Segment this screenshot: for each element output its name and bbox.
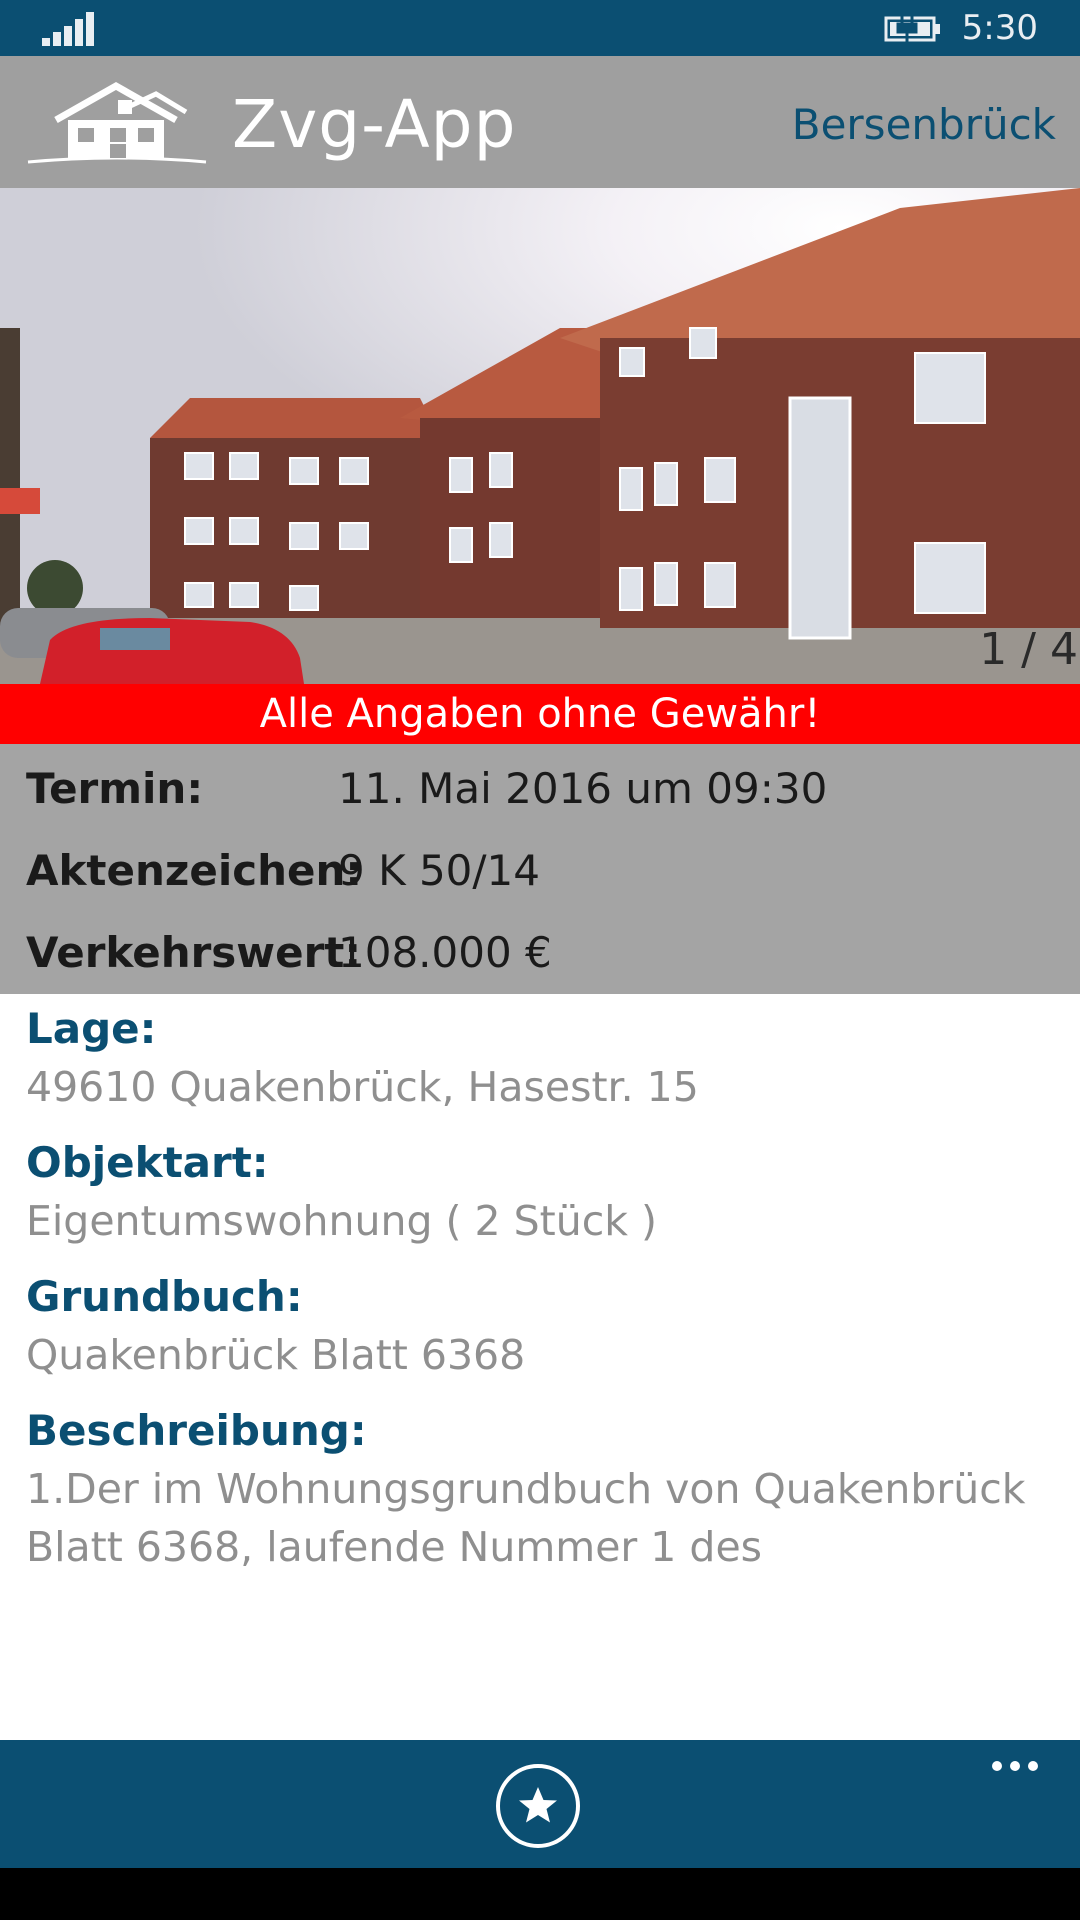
location-link[interactable]: Bersenbrück: [792, 100, 1056, 149]
house-logo-icon: [27, 81, 207, 164]
fact-row-aktenzeichen: Aktenzeichen: 9 K 50/14: [0, 846, 1080, 916]
detail-label-grundbuch: Grundbuch:: [26, 1272, 303, 1321]
status-bar: 5:30: [0, 0, 1080, 56]
app-bar: [0, 1740, 1080, 1868]
app-title: Zvg-App: [232, 86, 517, 163]
battery-charging-icon: [884, 16, 940, 42]
detail-value-grundbuch: Quakenbrück Blatt 6368: [26, 1331, 526, 1379]
star-circle-icon: [519, 1787, 557, 1823]
detail-value-objektart: Eigentumswohnung ( 2 Stück ): [26, 1197, 658, 1245]
favorite-button[interactable]: [496, 1764, 580, 1848]
detail-value-lage: 49610 Quakenbrück, Hasestr. 15: [26, 1063, 699, 1111]
detail-label-objektart: Objektart:: [26, 1138, 269, 1187]
app-header: Zvg-App Bersenbrück: [0, 56, 1080, 188]
fact-row-termin: Termin: 11. Mai 2016 um 09:30: [0, 764, 1080, 834]
photo-counter: 1 / 4: [979, 624, 1078, 675]
detail-label-beschreibung: Beschreibung:: [26, 1406, 367, 1455]
key-facts-panel: Termin: 11. Mai 2016 um 09:30 Aktenzeich…: [0, 744, 1080, 994]
detail-value-beschreibung: 1.Der im Wohnungsgrundbuch von Quakenbrü…: [26, 1465, 1026, 1571]
fact-label: Termin:: [26, 764, 204, 813]
fact-label: Aktenzeichen:: [26, 846, 363, 895]
fact-label: Verkehrswert:: [26, 928, 362, 977]
signal-icon: [42, 12, 94, 46]
disclaimer-banner: Alle Angaben ohne Gewähr!: [0, 684, 1080, 744]
more-dots-icon[interactable]: [990, 1756, 1040, 1776]
fact-value: 9 K 50/14: [338, 846, 541, 895]
property-photo[interactable]: 1 / 4: [0, 188, 1080, 684]
fact-value: 108.000 €: [338, 928, 552, 977]
fact-value: 11. Mai 2016 um 09:30: [338, 764, 828, 813]
detail-label-lage: Lage:: [26, 1004, 157, 1053]
status-time: 5:30: [961, 8, 1038, 48]
system-nav-bar: [0, 1868, 1080, 1920]
building-photo: [0, 188, 1080, 684]
fact-row-verkehrswert: Verkehrswert: 108.000 €: [0, 928, 1080, 998]
